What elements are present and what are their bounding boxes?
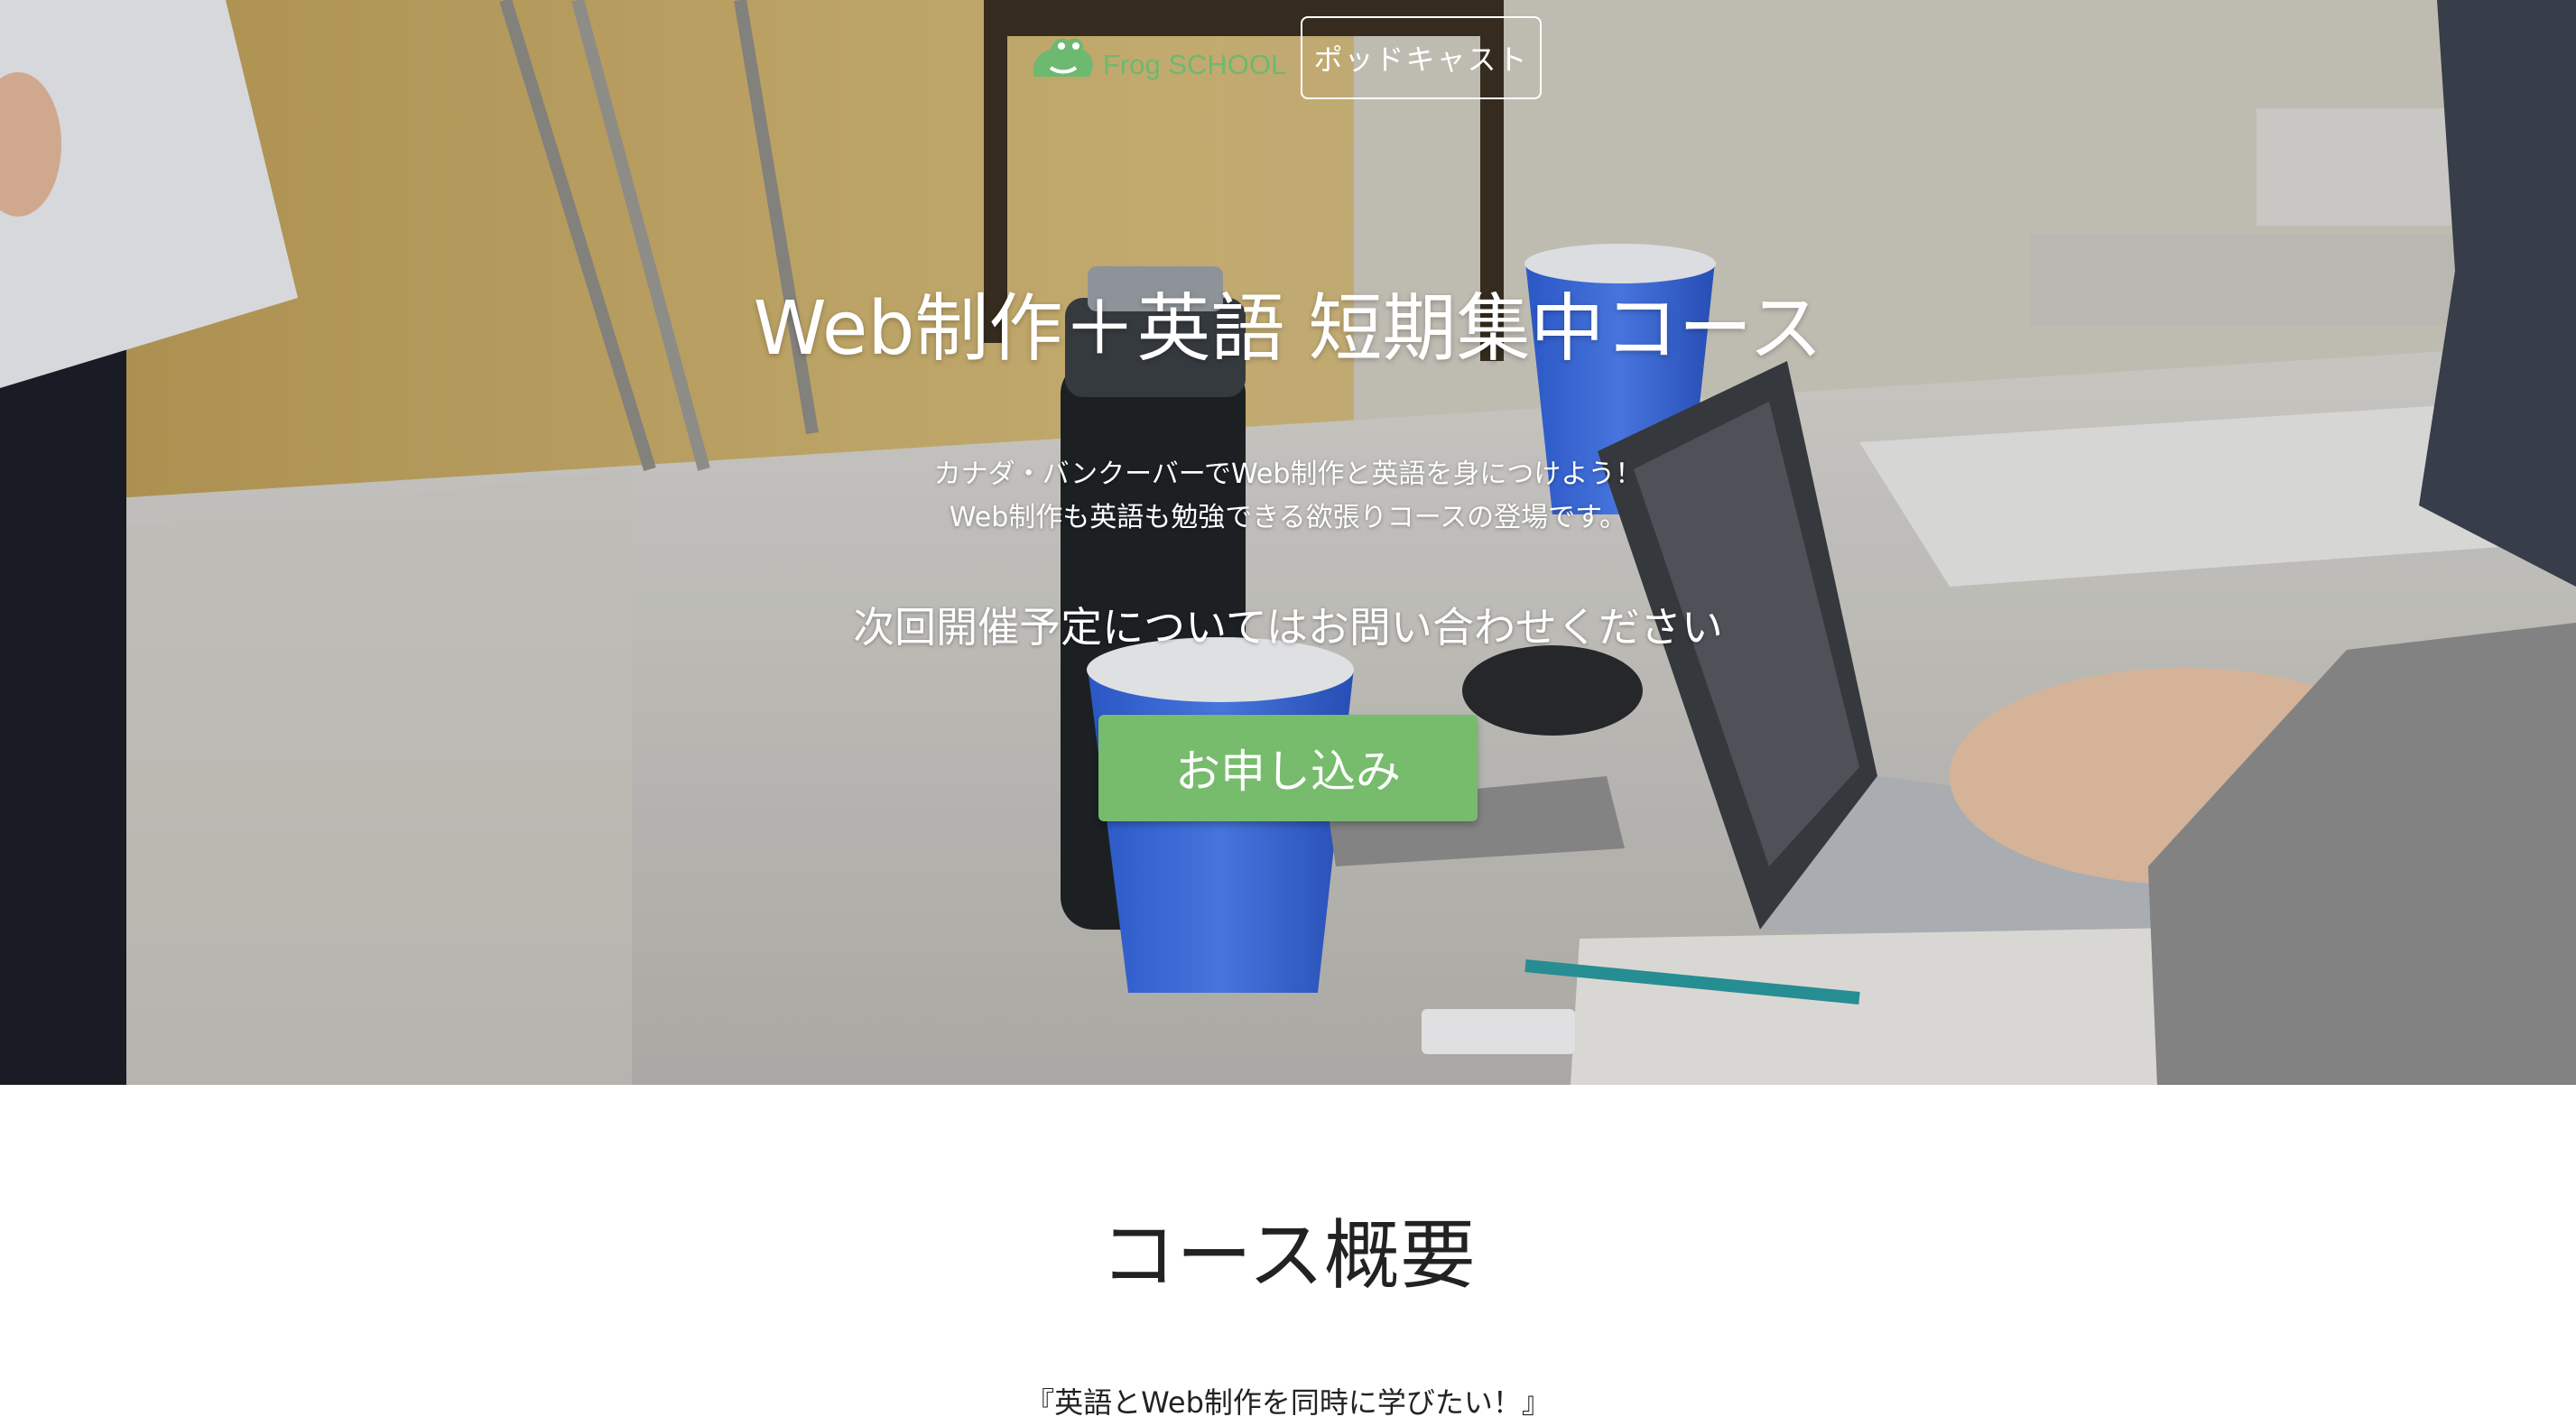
hero-section: Frog SCHOOL ポッドキャスト Web制作＋英語 短期集中コース カナダ… [0,0,2576,1085]
frog-icon [1033,38,1093,77]
hero-subtitle-line-1: カナダ・バンクーバーでWeb制作と英語を身につけよう！ [933,458,1643,490]
course-overview-title: コース概要 [1100,1211,1476,1300]
hero-title: Web制作＋英語 短期集中コース [753,286,1823,372]
podcast-button[interactable]: ポッドキャスト [1301,16,1542,99]
course-overview-lead: 『英語とWeb制作を同時に学びたい！』 [1025,1385,1551,1420]
logo-text: Frog SCHOOL [1103,49,1287,80]
site-logo[interactable]: Frog SCHOOL [1029,27,1286,90]
hero-subtitle-line-2: Web制作も英語も勉強できる欲張りコースの登場です。 [949,502,1627,533]
hero-subtitle: カナダ・バンクーバーでWeb制作と英語を身につけよう！ Web制作も英語も勉強で… [0,453,2576,540]
next-session-notice: 次回開催予定についてはお問い合わせください [853,603,1723,652]
hero-background-image [0,0,2576,1085]
apply-button[interactable]: お申し込み [1098,715,1478,821]
